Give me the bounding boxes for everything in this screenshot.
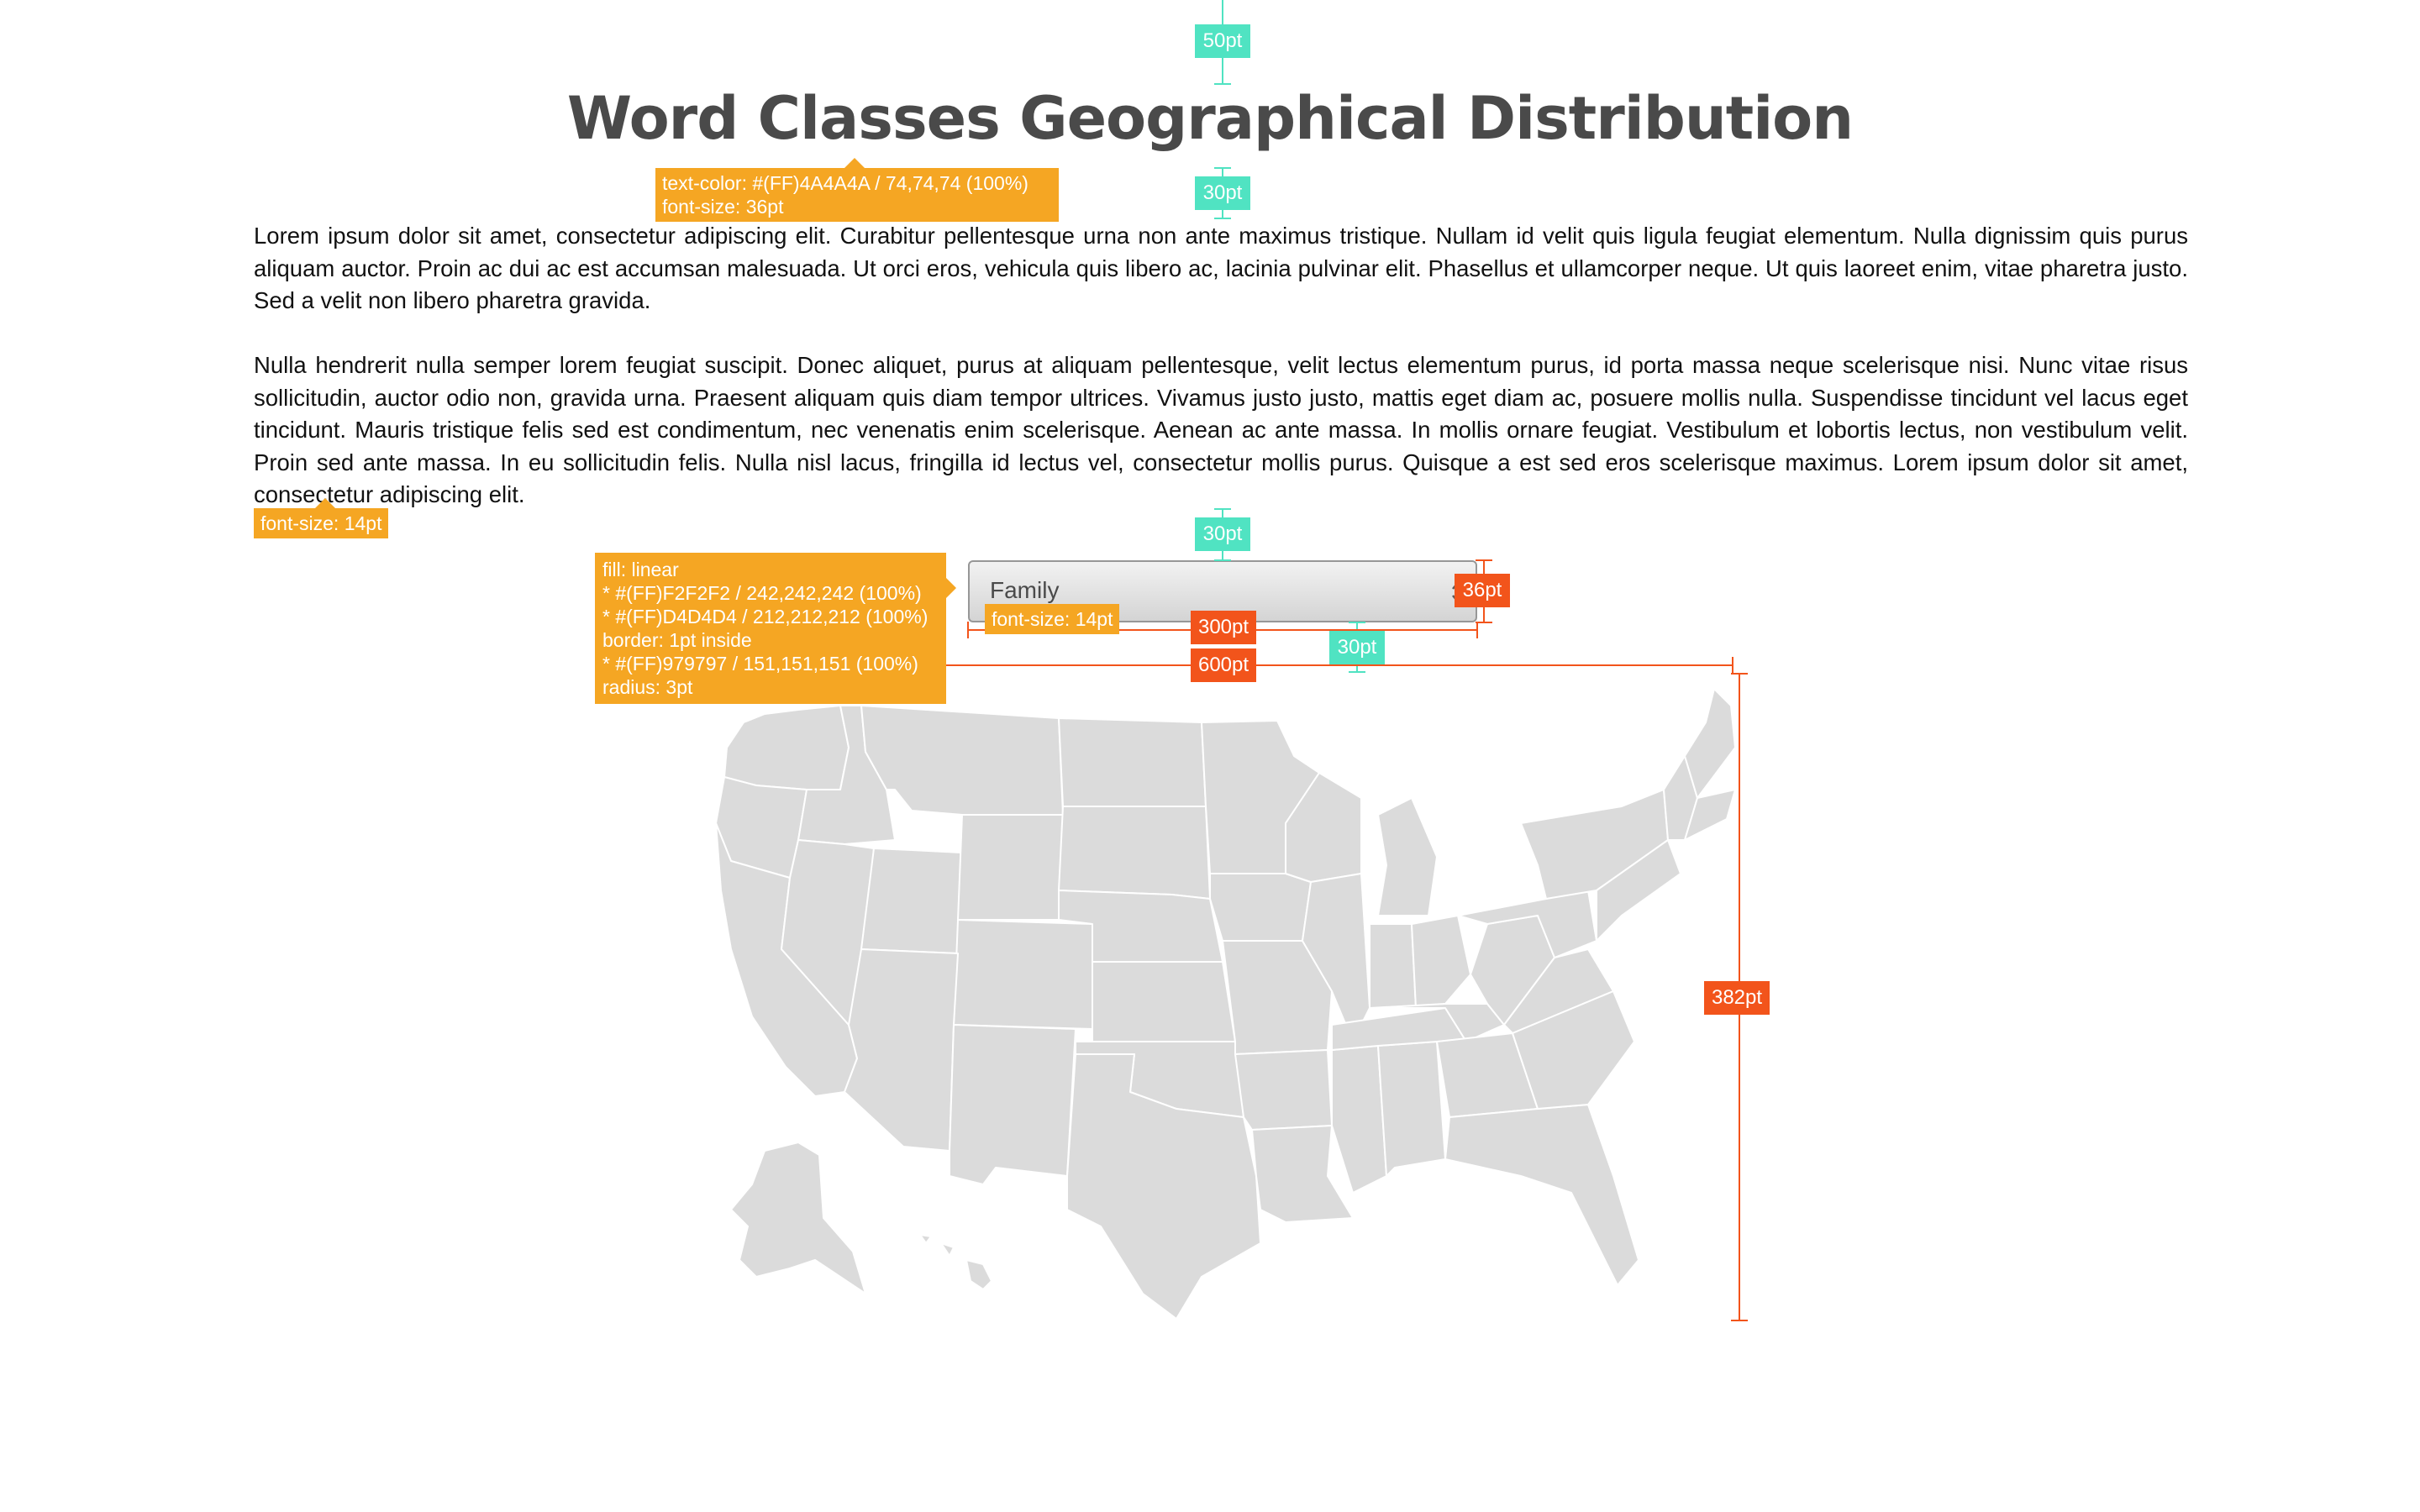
map-state — [1684, 688, 1736, 799]
map-state — [940, 1242, 955, 1257]
map-state — [1444, 1104, 1639, 1286]
spacing-badge-top: 50pt — [1195, 24, 1250, 58]
map-state — [1234, 1049, 1333, 1131]
fill-spec-line: * #(FF)D4D4D4 / 212,212,212 (100%) — [602, 606, 929, 627]
width-badge-map: 600pt — [1191, 648, 1256, 682]
map-state — [1369, 923, 1417, 1009]
fill-spec-line: radius: 3pt — [602, 676, 693, 698]
map-state — [1411, 915, 1471, 1009]
map-state — [1331, 1045, 1387, 1194]
map-state — [965, 1259, 992, 1290]
title-spec-size: font-size: 36pt — [662, 196, 784, 218]
fill-spec-line: * #(FF)979797 / 151,151,151 (100%) — [602, 653, 918, 675]
map-state — [1058, 717, 1207, 807]
us-states-map — [706, 672, 1739, 1336]
map-state — [919, 1234, 932, 1244]
spacing-badge-title: 30pt — [1195, 176, 1250, 210]
map-state — [1377, 1041, 1446, 1177]
select-fill-callout: fill: linear * #(FF)F2F2F2 / 242,242,242… — [595, 553, 956, 704]
spacing-badge-select: 30pt — [1329, 631, 1385, 664]
height-badge-select: 36pt — [1455, 574, 1510, 607]
title-spec-color: text-color: #(FF)4A4A4A / 74,74,74 (100%… — [662, 172, 1028, 194]
select-font-callout: font-size: 14pt — [985, 604, 1120, 634]
design-spec-canvas: Word Classes Geographical Distribution L… — [0, 0, 2420, 1512]
page-title: Word Classes Geographical Distribution — [566, 84, 1854, 153]
map-state — [957, 814, 1064, 921]
body-spec-size: font-size: 14pt — [260, 512, 382, 534]
width-badge-select: 300pt — [1191, 611, 1256, 644]
map-state — [1058, 806, 1211, 900]
select-spec-size: font-size: 14pt — [992, 608, 1113, 630]
height-badge-map: 382pt — [1704, 981, 1770, 1015]
map-state — [844, 948, 959, 1152]
fill-spec-line: border: 1pt inside — [602, 629, 752, 651]
map-state — [730, 1142, 866, 1294]
body-spec-callout: font-size: 14pt — [254, 498, 389, 538]
select-value: Family — [990, 577, 1060, 603]
map-state — [1209, 873, 1312, 942]
spacing-badge-body: 30pt — [1195, 517, 1250, 551]
body-paragraph-1: Lorem ipsum dolor sit amet, consectetur … — [254, 223, 2188, 313]
map-state — [723, 705, 850, 790]
title-spec-callout: text-color: #(FF)4A4A4A / 74,74,74 (100%… — [655, 158, 1059, 222]
fill-spec-line: fill: linear — [602, 559, 679, 580]
map-state — [860, 848, 963, 954]
body-paragraph-2: Nulla hendrerit nulla semper lorem feugi… — [254, 352, 2188, 507]
fill-spec-line: * #(FF)F2F2F2 / 242,242,242 (100%) — [602, 582, 922, 604]
map-state — [953, 919, 1093, 1030]
map-state — [949, 1024, 1076, 1185]
map-state — [1377, 797, 1438, 916]
map-state — [860, 705, 1064, 816]
map-state — [1092, 961, 1236, 1042]
